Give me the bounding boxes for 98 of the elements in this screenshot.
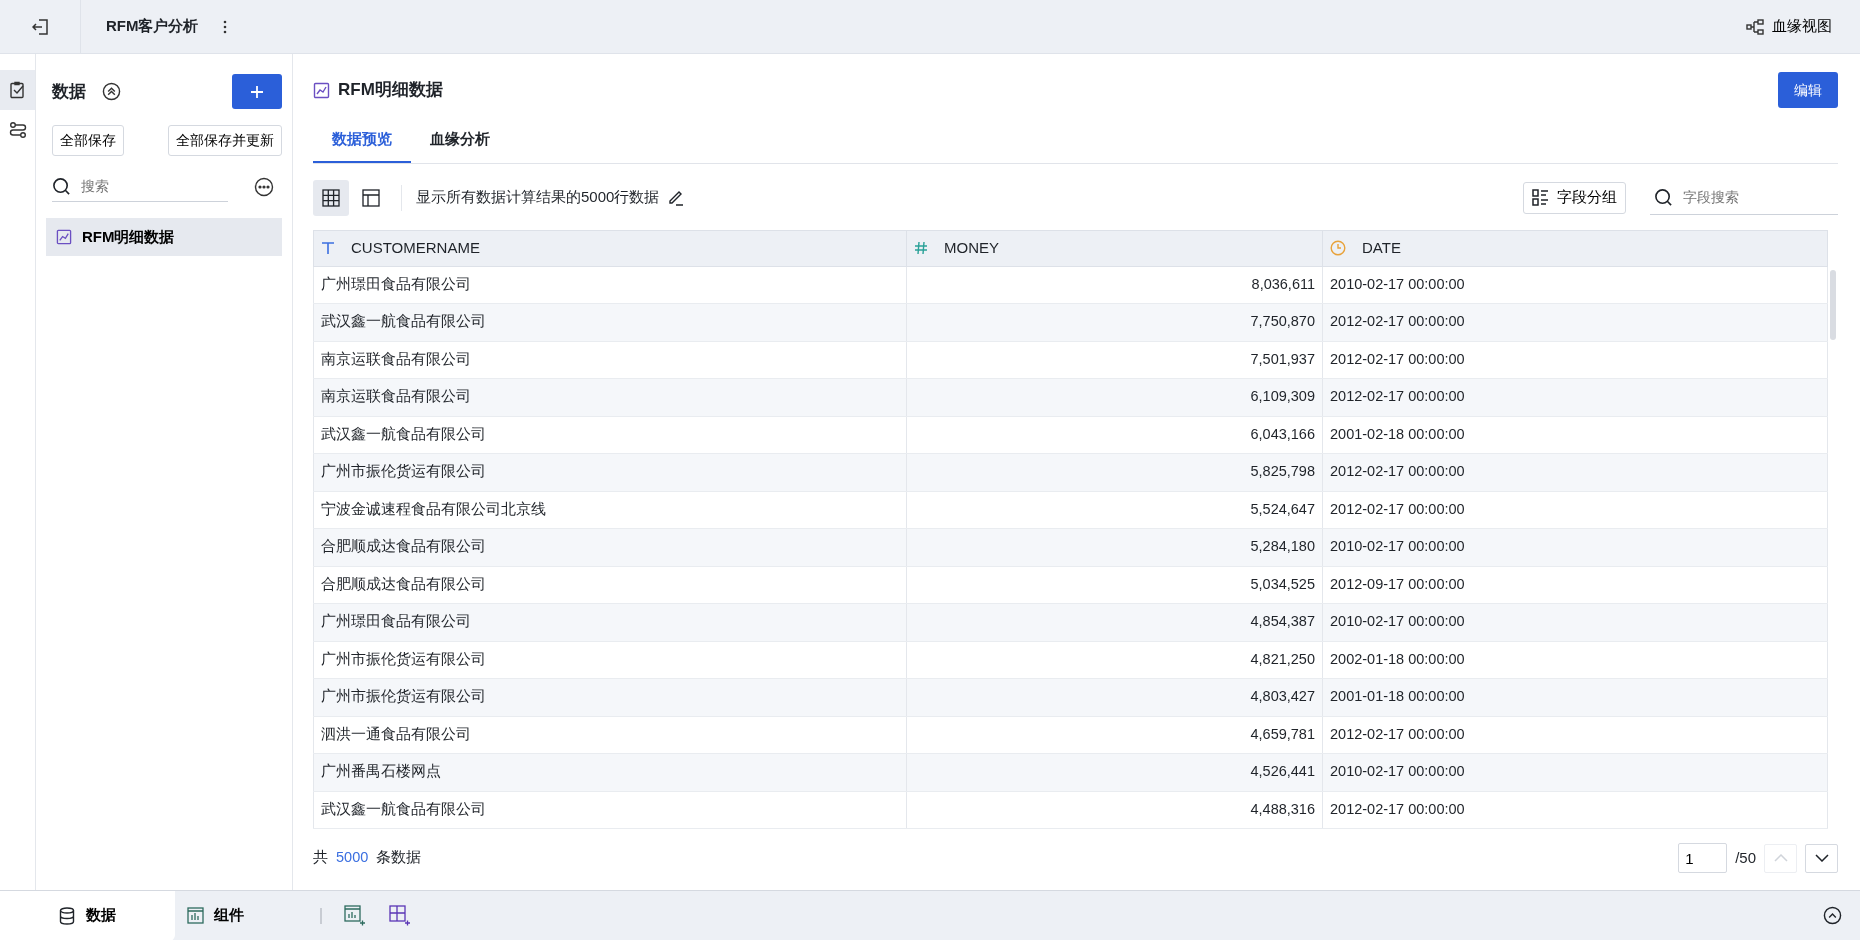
table-cell: 4,821,250: [906, 641, 1323, 679]
table-cell: 4,854,387: [906, 603, 1323, 641]
table-cell: 广州璟田食品有限公司: [313, 603, 907, 641]
total-label: 条数据: [376, 848, 422, 868]
table-cell: 4,488,316: [906, 791, 1323, 829]
save-button[interactable]: 全部保存并更新: [168, 125, 282, 156]
table-cell: 2010-02-17 00:00:00: [1322, 753, 1828, 791]
page-input[interactable]: 1: [1678, 843, 1728, 873]
dataset-title: RFM明细数据: [338, 79, 443, 102]
chart-file-icon: [313, 81, 330, 99]
table-cell: 6,109,309: [906, 378, 1323, 416]
column-label: DATE: [1362, 237, 1401, 258]
clock-icon: [1330, 240, 1346, 256]
table-cell: 7,501,937: [906, 341, 1323, 379]
panel-tab[interactable]: 组件: [175, 890, 250, 940]
table-cell: 合肥顺成达食品有限公司: [313, 566, 907, 604]
table-cell: 5,825,798: [906, 453, 1323, 491]
table-cell: 广州市振伦货运有限公司: [313, 641, 907, 679]
table-cell: 4,803,427: [906, 678, 1323, 716]
number-type-icon: [914, 241, 928, 255]
table-cell: 8,036,611: [906, 266, 1323, 304]
table-cell: 4,526,441: [906, 753, 1323, 791]
add-table-icon[interactable]: [389, 905, 410, 926]
expand-icon[interactable]: [1823, 906, 1842, 925]
table-cell: 2010-02-17 00:00:00: [1322, 266, 1828, 304]
table-cell: 4,659,781: [906, 716, 1323, 754]
next-page-button[interactable]: [1805, 843, 1838, 873]
bar-chart-icon: [187, 907, 204, 924]
field-group-button[interactable]: 字段分组: [1523, 181, 1626, 214]
total-count: 5000: [336, 848, 369, 868]
table-view-icon[interactable]: [313, 179, 349, 216]
table-cell: 2012-02-17 00:00:00: [1322, 341, 1828, 379]
lineage-icon: [1746, 18, 1764, 35]
table-cell: 武汉鑫一航食品有限公司: [313, 791, 907, 829]
panel-title: 数据: [52, 80, 86, 103]
table-cell: 宁波金诚速程食品有限公司北京线: [313, 491, 907, 529]
column-header[interactable]: DATE: [1322, 230, 1828, 266]
field-group-icon: [1532, 189, 1549, 206]
table-cell: 南京运联食品有限公司: [313, 341, 907, 379]
table-cell: 武汉鑫一航食品有限公司: [313, 303, 907, 341]
dataset-item[interactable]: RFM明细数据: [46, 218, 282, 256]
table-cell: 2010-02-17 00:00:00: [1322, 603, 1828, 641]
edit-button[interactable]: 编辑: [1778, 72, 1838, 108]
table-cell: 2012-02-17 00:00:00: [1322, 716, 1828, 754]
table-cell: 广州市振伦货运有限公司: [313, 453, 907, 491]
tab[interactable]: 数据预览: [313, 118, 411, 163]
chart-file-icon: [56, 229, 72, 245]
save-button[interactable]: 全部保存: [52, 125, 124, 156]
app-title: RFM客户分析: [106, 16, 199, 37]
table-cell: 广州璟田食品有限公司: [313, 266, 907, 304]
column-label: CUSTOMERNAME: [351, 237, 480, 258]
table-cell: 武汉鑫一航食品有限公司: [313, 416, 907, 454]
table-cell: 2010-02-17 00:00:00: [1322, 528, 1828, 566]
chevron-down-icon: [1814, 854, 1829, 862]
info-text: 显示所有数据计算结果的5000行数据: [416, 187, 660, 208]
text-type-icon: [321, 241, 335, 255]
table-cell: 7,750,870: [906, 303, 1323, 341]
table-cell: 广州市振伦货运有限公司: [313, 678, 907, 716]
edit-pencil-icon[interactable]: [667, 189, 685, 206]
database-icon: [58, 906, 76, 925]
add-chart-icon[interactable]: [344, 905, 365, 926]
table-cell: 2012-02-17 00:00:00: [1322, 378, 1828, 416]
page-total: /50: [1735, 847, 1756, 868]
plus-icon: [250, 84, 264, 99]
table-cell: 2012-09-17 00:00:00: [1322, 566, 1828, 604]
table-cell: 泗洪一通食品有限公司: [313, 716, 907, 754]
table-cell: 5,524,647: [906, 491, 1323, 529]
column-header[interactable]: MONEY: [906, 230, 1323, 266]
table-cell: 5,034,525: [906, 566, 1323, 604]
table-cell: 合肥顺成达食品有限公司: [313, 528, 907, 566]
panel-tab[interactable]: 数据: [0, 890, 175, 940]
table-cell: 广州番禺石楼网点: [313, 753, 907, 791]
tab[interactable]: 血缘分析: [411, 118, 509, 163]
search-icon: [1654, 187, 1673, 207]
chevron-up-icon: [1773, 854, 1788, 862]
total-label: 共: [313, 848, 328, 868]
more-options-icon[interactable]: [254, 177, 274, 197]
table-cell: 南京运联食品有限公司: [313, 378, 907, 416]
table-cell: 2012-02-17 00:00:00: [1322, 453, 1828, 491]
search-icon: [52, 177, 71, 196]
table-cell: 2001-01-18 00:00:00: [1322, 678, 1828, 716]
add-button[interactable]: [232, 74, 282, 109]
more-icon[interactable]: [222, 19, 227, 34]
table-cell: 5,284,180: [906, 528, 1323, 566]
checklist-icon[interactable]: [0, 70, 35, 110]
table-cell: 2001-02-18 00:00:00: [1322, 416, 1828, 454]
collapse-icon[interactable]: [102, 82, 121, 101]
table-cell: 6,043,166: [906, 416, 1323, 454]
table-cell: 2012-02-17 00:00:00: [1322, 791, 1828, 829]
table-cell: 2012-02-17 00:00:00: [1322, 491, 1828, 529]
column-label: MONEY: [944, 237, 999, 258]
table-cell: 2012-02-17 00:00:00: [1322, 303, 1828, 341]
search-field[interactable]: 搜索: [79, 175, 209, 198]
column-header[interactable]: CUSTOMERNAME: [313, 230, 907, 266]
table-cell: 2002-01-18 00:00:00: [1322, 641, 1828, 679]
lineage-view-button[interactable]: 血缘视图: [1740, 14, 1838, 39]
field-search-field[interactable]: 字段搜索: [1681, 185, 1821, 209]
exit-icon[interactable]: [32, 17, 50, 36]
